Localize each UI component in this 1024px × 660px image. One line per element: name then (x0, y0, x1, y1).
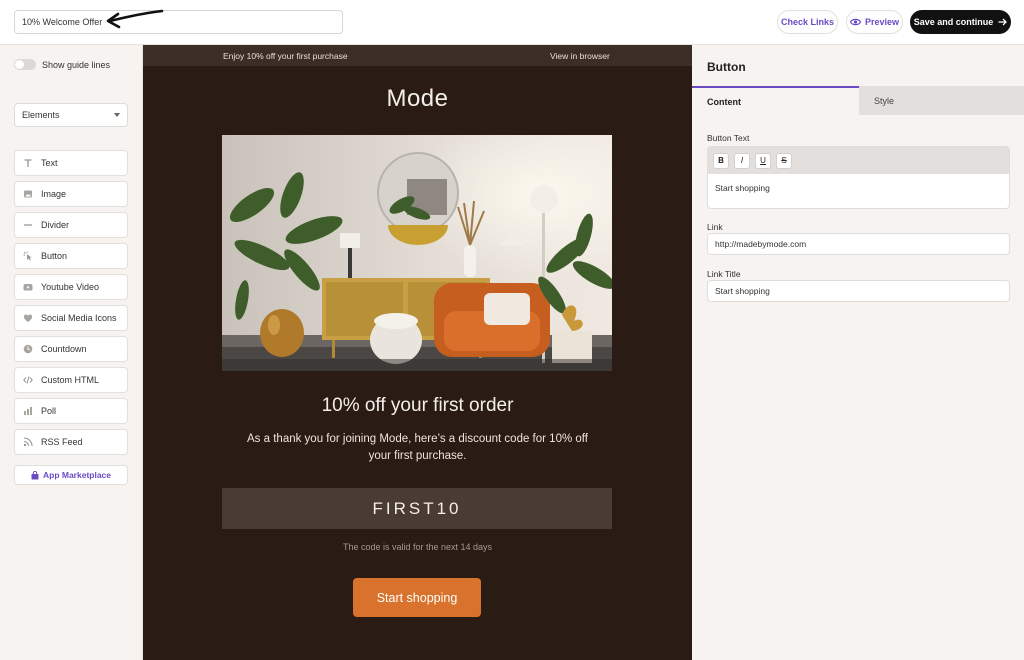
guide-lines-row: Show guide lines (14, 59, 110, 70)
view-in-browser-link[interactable]: View in browser (550, 51, 610, 61)
campaign-title-input[interactable] (14, 10, 343, 34)
link-label: Link (707, 222, 723, 232)
youtube-icon (23, 282, 33, 292)
tab-style[interactable]: Style (859, 86, 1024, 115)
email-headline: 10% off your first order (321, 395, 514, 416)
arrow-right-icon (998, 18, 1008, 26)
hero-image[interactable] (222, 135, 612, 371)
element-label: RSS Feed (41, 437, 83, 447)
underline-button[interactable]: U (755, 152, 771, 169)
italic-button[interactable]: I (734, 152, 750, 169)
element-social-media-icons[interactable]: Social Media Icons (14, 305, 128, 331)
app-marketplace-button[interactable]: App Marketplace (14, 465, 128, 485)
strikethrough-button[interactable]: S (776, 152, 792, 169)
element-custom-html[interactable]: Custom HTML (14, 367, 128, 393)
brand-logo-text: Mode (386, 85, 449, 112)
element-label: Poll (41, 406, 57, 416)
panel-title: Button (707, 60, 746, 74)
element-label: Button (41, 251, 68, 261)
chevron-down-icon (114, 113, 120, 117)
element-youtube-video[interactable]: Youtube Video (14, 274, 128, 300)
validity-note: The code is valid for the next 14 days (342, 542, 493, 552)
rich-text-toolbar: B I U S (708, 147, 1009, 174)
cta-label: Start shopping (376, 590, 458, 605)
element-list: Text Image Divider Button Youtube Video … (14, 150, 128, 460)
top-bar: Check Links Preview Save and continue (0, 0, 1024, 45)
eye-icon (849, 18, 861, 26)
panel-tabs: Content Style (692, 86, 1024, 115)
button-text-field[interactable]: Start shopping (708, 174, 1009, 202)
image-icon (23, 189, 33, 199)
bold-button[interactable]: B (713, 152, 729, 169)
link-title-input[interactable] (707, 280, 1010, 302)
discount-code-box: FIRST10 (222, 488, 612, 529)
shopping-bag-icon (31, 470, 39, 479)
properties-panel: Button Content Style Button Text B I U S… (692, 45, 1024, 660)
element-label: Countdown (41, 344, 87, 354)
check-links-button[interactable]: Check Links (777, 10, 838, 34)
clock-icon (23, 344, 33, 354)
element-label: Image (41, 189, 67, 199)
guide-lines-toggle[interactable] (14, 59, 36, 70)
save-and-continue-button[interactable]: Save and continue (910, 10, 1011, 34)
discount-code: FIRST10 (372, 498, 462, 518)
email-canvas: Enjoy 10% off your first purchase View i… (143, 45, 692, 660)
element-label: Youtube Video (41, 282, 100, 292)
text-icon (23, 158, 33, 168)
preview-button[interactable]: Preview (846, 10, 903, 34)
living-room-illustration (222, 135, 612, 371)
element-label: Custom HTML (41, 375, 100, 385)
save-label: Save and continue (913, 17, 994, 27)
button-icon (23, 251, 33, 261)
preheader-text: Enjoy 10% off your first purchase (223, 51, 348, 61)
bar-chart-icon (23, 406, 33, 416)
annotation-arrow-icon (106, 9, 164, 29)
code-icon (23, 375, 33, 385)
link-input[interactable] (707, 233, 1010, 255)
guide-lines-label: Show guide lines (42, 59, 111, 70)
element-countdown[interactable]: Countdown (14, 336, 128, 362)
element-label: Social Media Icons (41, 313, 117, 323)
check-links-label: Check Links (780, 17, 835, 27)
element-poll[interactable]: Poll (14, 398, 128, 424)
divider-icon (23, 220, 33, 230)
button-text-editor: B I U S Start shopping (707, 146, 1010, 209)
email-body-text: As a thank you for joining Mode, here’s … (247, 433, 588, 462)
element-label: Text (41, 158, 58, 168)
email-preheader: Enjoy 10% off your first purchase View i… (143, 45, 692, 66)
element-image[interactable]: Image (14, 181, 128, 207)
element-label: Divider (41, 220, 70, 230)
tab-content[interactable]: Content (692, 86, 859, 115)
link-title-label: Link Title (707, 269, 741, 279)
app-marketplace-label: App Marketplace (42, 470, 112, 480)
rss-icon (23, 437, 33, 447)
heart-icon (23, 313, 33, 323)
preview-label: Preview (864, 17, 900, 27)
element-text[interactable]: Text (14, 150, 128, 176)
element-button[interactable]: Button (14, 243, 128, 269)
start-shopping-button[interactable]: Start shopping (353, 578, 481, 617)
elements-dropdown[interactable]: Elements (14, 103, 128, 127)
element-rss-feed[interactable]: RSS Feed (14, 429, 128, 455)
elements-dropdown-value: Elements (22, 110, 60, 120)
elements-sidebar: Show guide lines Elements Text Image Div… (0, 45, 143, 660)
button-text-label: Button Text (707, 133, 750, 143)
element-divider[interactable]: Divider (14, 212, 128, 238)
